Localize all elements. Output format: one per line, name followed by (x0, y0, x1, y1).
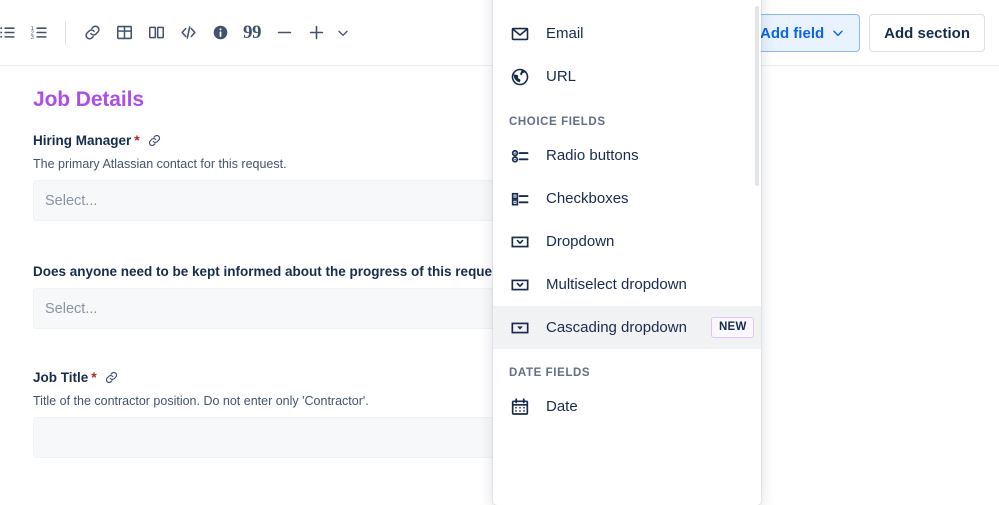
menu-item-email[interactable]: Email (493, 12, 761, 55)
menu-scrollbar[interactable] (755, 6, 759, 186)
bullet-list-icon[interactable] (0, 18, 22, 48)
new-badge: NEW (711, 317, 754, 337)
svg-text:3: 3 (30, 35, 33, 41)
divider-icon[interactable] (269, 18, 299, 48)
quote-icon[interactable]: 99 (237, 18, 267, 48)
email-icon (509, 23, 531, 45)
add-field-menu: Long text Paragraph Email (493, 0, 761, 505)
field-label-text: Job Title (33, 370, 88, 385)
select-placeholder: Select... (45, 193, 97, 209)
menu-item-dropdown[interactable]: Dropdown (493, 220, 761, 263)
select-placeholder: Select... (45, 301, 97, 317)
url-globe-icon (509, 66, 531, 88)
field-label-text: Hiring Manager (33, 133, 131, 148)
checkboxes-icon (509, 188, 531, 210)
columns-icon[interactable] (141, 18, 171, 48)
link-icon[interactable] (77, 18, 107, 48)
menu-item-label: Radio buttons (546, 147, 639, 164)
toolbar-left-group: 1 2 3 (0, 0, 353, 65)
add-field-label: Add field (760, 25, 824, 42)
menu-item-label: Multiselect dropdown (546, 276, 687, 293)
dropdown-icon (509, 231, 531, 253)
menu-item-date[interactable]: Date (493, 385, 761, 428)
info-panel-icon[interactable] (205, 18, 235, 48)
radio-buttons-icon (509, 145, 531, 167)
code-icon[interactable] (173, 18, 203, 48)
link-icon[interactable] (104, 370, 119, 385)
menu-item-label: Dropdown (546, 233, 614, 250)
menu-item-label: Cascading dropdown (546, 319, 687, 336)
paragraph-icon (509, 0, 531, 2)
cascading-dropdown-icon (509, 317, 531, 339)
add-field-button[interactable]: Add field (745, 14, 860, 52)
toolbar-divider (65, 21, 66, 45)
menu-item-label: URL (546, 68, 576, 85)
field-label-text: Does anyone need to be kept informed abo… (33, 264, 492, 279)
calendar-icon (509, 396, 531, 418)
table-icon[interactable] (109, 18, 139, 48)
menu-item-multiselect-dropdown[interactable]: Multiselect dropdown (493, 263, 761, 306)
add-section-button[interactable]: Add section (869, 14, 985, 52)
menu-group-choice-fields: CHOICE FIELDS (493, 98, 761, 134)
more-chevron-icon[interactable] (333, 18, 353, 48)
add-section-label: Add section (884, 25, 970, 42)
menu-item-checkboxes[interactable]: Checkboxes (493, 177, 761, 220)
menu-item-cascading-dropdown[interactable]: Cascading dropdown NEW (493, 306, 761, 349)
insert-icon[interactable] (301, 18, 331, 48)
numbered-list-icon[interactable]: 1 2 3 (24, 18, 54, 48)
quote-glyph: 99 (243, 23, 261, 42)
link-icon[interactable] (147, 133, 162, 148)
toolbar-actions: Add field Add section (745, 0, 985, 66)
menu-item-paragraph[interactable]: Paragraph (493, 0, 761, 12)
menu-item-label: Checkboxes (546, 190, 629, 207)
menu-item-radio-buttons[interactable]: Radio buttons (493, 134, 761, 177)
menu-group-date-fields: DATE FIELDS (493, 349, 761, 385)
menu-item-label: Email (546, 25, 584, 42)
menu-item-label: Date (546, 398, 578, 415)
multiselect-dropdown-icon (509, 274, 531, 296)
chevron-down-icon (831, 26, 845, 40)
app-root: 1 2 3 (0, 0, 999, 505)
required-asterisk: * (134, 132, 139, 148)
menu-item-url[interactable]: URL (493, 55, 761, 98)
required-asterisk: * (91, 369, 96, 385)
